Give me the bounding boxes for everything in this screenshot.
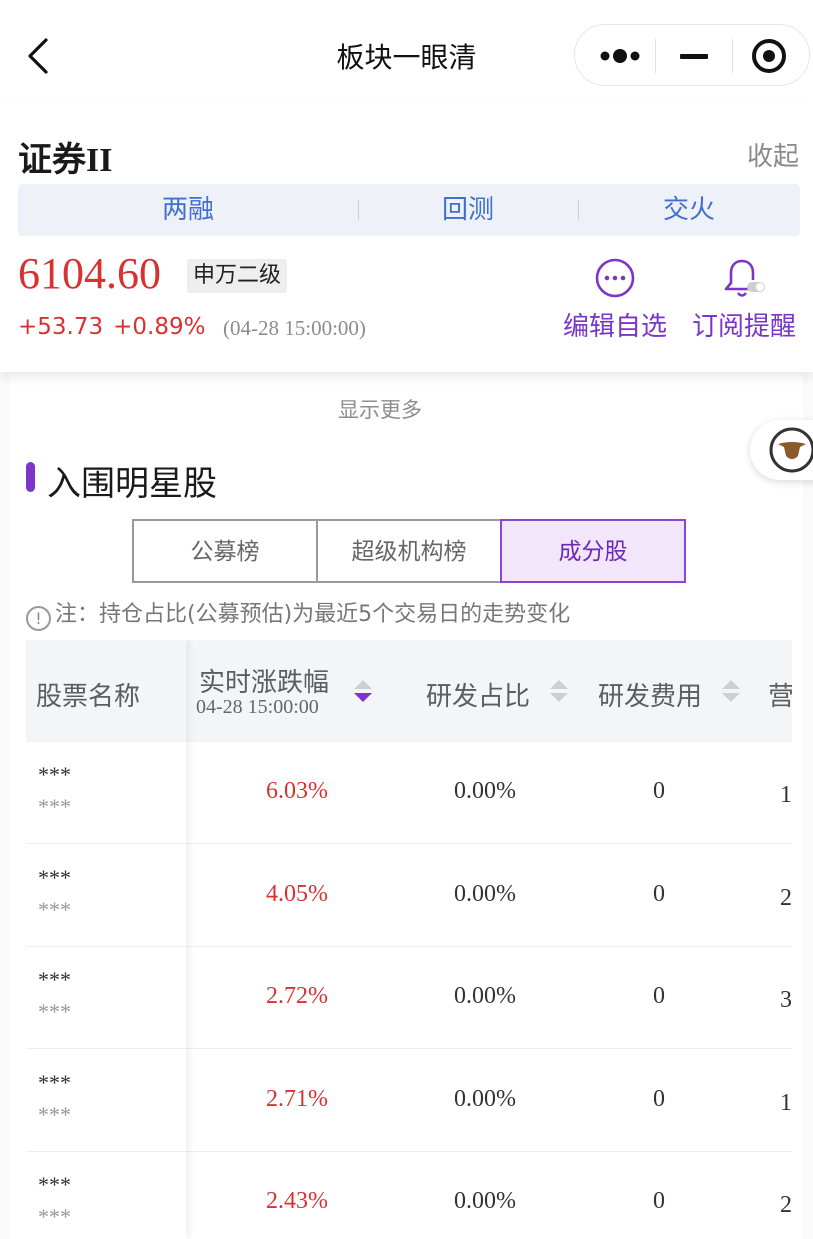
stock-name: ***	[38, 1069, 71, 1095]
stock-code: ***	[38, 999, 71, 1024]
rd-cost-cell: 0	[653, 880, 665, 907]
header-rd-ratio-label: 研发占比	[426, 682, 531, 712]
assistant-icon	[769, 427, 813, 473]
segment-fund-ranking[interactable]: 公募榜	[132, 519, 318, 583]
rd-ratio-cell: 0.00%	[454, 778, 516, 804]
revenue-cell: 2	[780, 884, 792, 911]
sector-name: 证券II	[18, 142, 113, 179]
sector-header-card: 证券II 收起 两融 回测 交火 6104.60 申万二级 +53.73 +0.8…	[0, 100, 813, 372]
segment-control: 公募榜 超级机构榜 成分股	[132, 519, 686, 583]
exclamation-circle-icon: !	[26, 606, 51, 631]
tab-crossfire[interactable]: 交火	[578, 184, 800, 236]
more-dots-icon	[600, 49, 640, 63]
rd-cost-cell: 0	[653, 983, 665, 1009]
header-rd-ratio[interactable]: 研发占比	[426, 640, 576, 742]
change-absolute: +53.73	[18, 314, 104, 340]
sector-price: 6104.60	[18, 249, 161, 298]
section-title-text: 入围明星股	[47, 464, 217, 504]
stock-name-cell: *** ***	[26, 742, 186, 844]
close-program-button[interactable]	[731, 25, 809, 87]
edit-watchlist-button[interactable]: 编辑自选	[558, 256, 672, 343]
nav-bar: 板块一眼清	[0, 0, 813, 100]
change-cell: 2.72%	[266, 983, 328, 1009]
stock-code: ***	[38, 794, 71, 819]
change-percent: +0.89%	[113, 314, 206, 340]
change-cell: 2.71%	[266, 1085, 328, 1112]
rd-ratio-cell: 0.00%	[454, 880, 516, 907]
minimize-button[interactable]	[655, 25, 733, 87]
sort-desc-icon	[354, 680, 372, 704]
tab-backtest[interactable]: 回测	[358, 184, 578, 236]
segment-institution-ranking[interactable]: 超级机构榜	[316, 519, 502, 583]
change-time: (04-28 15:00:00)	[223, 316, 366, 340]
tab-margin-trading[interactable]: 两融	[18, 184, 358, 236]
revenue-cell: 3	[780, 987, 792, 1013]
floating-assistant-button[interactable]	[750, 420, 813, 480]
rd-cost-cell: 0	[653, 1085, 665, 1112]
show-more-link[interactable]: 显示更多	[0, 394, 760, 424]
stock-code: ***	[38, 1101, 71, 1127]
change-cell: 4.05%	[266, 880, 328, 907]
rd-ratio-cell: 0.00%	[454, 983, 516, 1009]
header-rd-cost-label: 研发费用	[598, 682, 703, 712]
constituents-table: 6.03% 0.00% 0 1 4.05% 0.00% 0 2 2.72% 0.00% 0 3 2.71…	[26, 640, 792, 1239]
stock-name-cell: *** ***	[26, 947, 186, 1049]
target-circle-icon	[752, 39, 786, 73]
collapse-button[interactable]: 收起	[747, 136, 799, 173]
subscribe-alert-label: 订阅提醒	[691, 312, 796, 342]
change-cell: 2.43%	[266, 1188, 328, 1214]
header-revenue-label: 营	[768, 682, 792, 712]
more-circle-icon	[595, 258, 635, 298]
change-cell: 6.03%	[266, 778, 328, 804]
note-text: ! 注：持仓占比(公募预估)为最近5个交易日的走势变化	[26, 596, 570, 631]
price-change: +53.73 +0.89%	[18, 314, 205, 340]
revenue-cell: 1	[780, 1089, 792, 1116]
header-change-time: 04-28 15:00:00	[196, 696, 319, 718]
subscribe-alert-button[interactable]: 订阅提醒	[686, 256, 802, 343]
header-stock-name: 股票名称	[26, 640, 186, 742]
stock-code: ***	[38, 896, 71, 922]
section-accent-bar	[26, 462, 35, 492]
note-content: 注：持仓占比(公募预估)为最近5个交易日的走势变化	[55, 602, 571, 627]
stock-name-cell: *** ***	[26, 1050, 186, 1152]
header-change[interactable]: 实时涨跌幅 04-28 15:00:00	[196, 640, 386, 742]
revenue-cell: 1	[780, 782, 792, 808]
rd-cost-cell: 0	[653, 778, 665, 804]
mini-program-capsule	[574, 24, 810, 86]
stock-name: ***	[38, 967, 71, 992]
sort-icon	[722, 680, 740, 704]
level-badge: 申万二级	[187, 259, 288, 293]
revenue-cell: 2	[780, 1192, 792, 1218]
more-button[interactable]	[579, 25, 657, 87]
header-revenue[interactable]: 营	[768, 640, 792, 742]
bell-toggle-icon	[724, 259, 765, 297]
header-change-label: 实时涨跌幅	[199, 668, 330, 698]
rd-ratio-cell: 0.00%	[454, 1085, 516, 1112]
sort-icon	[550, 680, 568, 704]
stock-name: ***	[38, 1172, 71, 1197]
stock-name-cell: *** ***	[26, 1152, 186, 1239]
stock-name: ***	[38, 762, 71, 787]
stock-name: ***	[38, 864, 71, 890]
header-rd-cost[interactable]: 研发费用	[598, 640, 748, 742]
minimize-icon	[680, 54, 708, 59]
header-stock-name-label: 股票名称	[36, 682, 141, 712]
edit-watchlist-label: 编辑自选	[562, 312, 667, 342]
quick-tabs: 两融 回测 交火	[18, 184, 800, 236]
stock-code: ***	[38, 1204, 71, 1229]
segment-constituents[interactable]: 成分股	[500, 519, 686, 583]
stock-name-cell: *** ***	[26, 845, 186, 947]
rd-cost-cell: 0	[653, 1188, 665, 1214]
rd-ratio-cell: 0.00%	[454, 1188, 516, 1214]
